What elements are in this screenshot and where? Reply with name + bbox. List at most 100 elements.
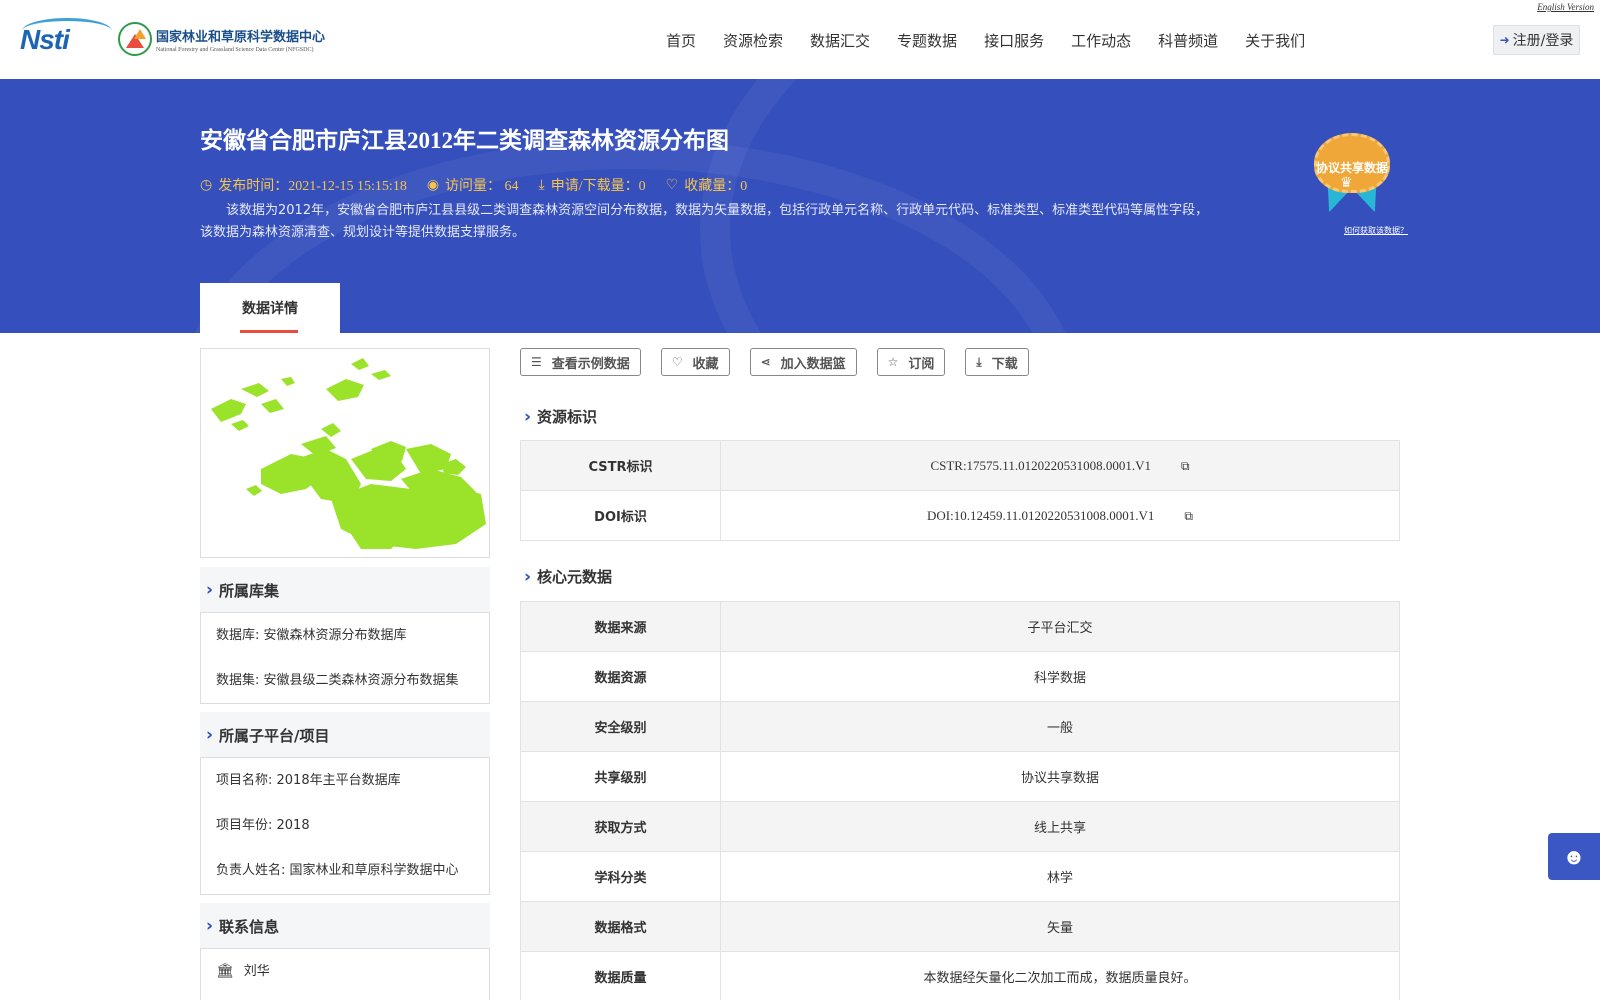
table-row: 数据格式 矢量: [520, 901, 1400, 952]
tab-data-detail[interactable]: 数据详情: [200, 283, 340, 333]
meta-key: 数据质量: [520, 951, 721, 1000]
subscribe-button[interactable]: ☆ 订阅: [876, 348, 946, 376]
english-version-link[interactable]: English Version: [1537, 2, 1594, 12]
library-database[interactable]: 数据库: 安徽森林资源分布数据库: [216, 613, 474, 658]
favorite-count: ♡ 收藏量：0: [665, 177, 748, 194]
contact-section: 🏛 刘华: [200, 948, 490, 1000]
nav-home[interactable]: 首页: [666, 30, 696, 51]
project-name: 项目名称: 2018年主平台数据库: [216, 773, 401, 788]
project-owner: 负责人姓名: 国家林业和草原科学数据中心: [216, 863, 459, 878]
eye-icon: ◉: [426, 177, 440, 193]
nav-about[interactable]: 关于我们: [1245, 30, 1305, 51]
nfgsdc-emblem-icon: [118, 22, 152, 56]
nsti-logo[interactable]: Nsti: [20, 18, 112, 56]
table-row: 数据来源 子平台汇交: [520, 601, 1400, 652]
chevron-right-icon: ›: [206, 725, 214, 745]
star-icon: ☆: [887, 355, 899, 369]
view-sample-button[interactable]: ☰ 查看示例数据: [520, 348, 641, 376]
core-metadata-table: 数据来源 子平台汇交 数据资源 科学数据 安全级别 一般 共享级别 协议共享数据 获取方…: [520, 601, 1400, 1000]
meta-value: 科学数据: [720, 651, 1400, 702]
crown-icon: ♛: [1340, 176, 1353, 191]
forest-distribution-map: [211, 358, 486, 549]
meta-value: 一般: [720, 701, 1400, 752]
download-button[interactable]: ⤓ 下载: [965, 348, 1029, 376]
copy-icon[interactable]: ⧉: [1184, 509, 1193, 524]
meta-key: 共享级别: [520, 751, 721, 802]
core-metadata-header: › 核心元数据: [524, 566, 613, 587]
dataset-meta: ◷ 发布时间：2021-12-15 15:15:18 ◉ 访问量： 64 ⤓ 申请/下…: [200, 175, 767, 195]
meta-key: 安全级别: [520, 701, 721, 752]
map-patch: [326, 379, 364, 401]
dataset-title: 安徽省合肥市庐江县2012年二类调查森林资源分布图: [200, 128, 729, 153]
how-to-get-link[interactable]: 如何获取该数据？: [1344, 225, 1408, 236]
add-to-basket-button[interactable]: ⋖ 加入数据篮: [749, 348, 857, 376]
table-row: 数据质量 本数据经矢量化二次加工而成，数据质量良好。: [520, 951, 1400, 1000]
contact-name-row: 🏛 刘华: [216, 963, 270, 979]
table-row: 学科分类 林学: [520, 851, 1400, 902]
download-icon: ⤓: [976, 354, 982, 369]
favorite-button[interactable]: ♡ 收藏: [660, 348, 730, 376]
chevron-right-icon: ›: [524, 566, 532, 587]
meta-key: 数据资源: [520, 651, 721, 702]
dataset-banner: 安徽省合肥市庐江县2012年二类调查森林资源分布图 ◷ 发布时间：2021-12-…: [0, 79, 1600, 333]
share-icon: ⋖: [760, 355, 771, 369]
map-patch: [281, 377, 295, 386]
publish-time: ◷ 发布时间：2021-12-15 15:15:18: [200, 177, 407, 194]
table-row: 共享级别 协议共享数据: [520, 751, 1400, 802]
nav-science[interactable]: 科普频道: [1158, 30, 1218, 51]
project-section: 项目名称: 2018年主平台数据库 项目年份: 2018 负责人姓名: 国家林业…: [200, 757, 490, 895]
institution-icon: 🏛: [216, 963, 234, 979]
library-dataset[interactable]: 数据集: 安徽县级二类森林资源分布数据集: [216, 658, 474, 703]
copy-icon[interactable]: ⧉: [1181, 459, 1190, 474]
resource-id-table: CSTR标识 CSTR:17575.11.0120220531008.0001.…: [520, 440, 1400, 541]
meta-value: 矢量: [720, 901, 1400, 952]
heart-icon: ♡: [671, 355, 683, 369]
meta-value: 协议共享数据: [720, 751, 1400, 802]
logo-en-text: National Forestry and Grassland Science …: [156, 46, 314, 53]
nav-api-service[interactable]: 接口服务: [984, 30, 1044, 51]
table-row: DOI标识 DOI:10.12459.11.0120220531008.0001…: [520, 490, 1400, 541]
library-section: 数据库: 安徽森林资源分布数据库 数据集: 安徽县级二类森林资源分布数据集: [200, 612, 490, 704]
doi-key: DOI标识: [520, 490, 721, 541]
visit-count: ◉ 访问量： 64: [426, 177, 519, 194]
login-button[interactable]: ➜ 注册/登录: [1493, 25, 1580, 55]
meta-value: 本数据经矢量化二次加工而成，数据质量良好。: [720, 951, 1400, 1000]
heart-icon: ♡: [665, 177, 679, 193]
nav-data-submission[interactable]: 数据汇交: [810, 30, 870, 51]
nfgsdc-logo[interactable]: 国家林业和草原科学数据中心 National Forestry and Gras…: [118, 22, 325, 56]
dataset-thumbnail-map[interactable]: [200, 348, 490, 558]
nav-news[interactable]: 工作动态: [1071, 30, 1131, 51]
map-patch: [351, 358, 369, 370]
resource-id-header: › 资源标识: [524, 406, 598, 427]
map-patch: [261, 399, 284, 413]
qq-icon: ☻: [1562, 843, 1586, 869]
clock-icon: ◷: [200, 177, 213, 193]
table-row: 获取方式 线上共享: [520, 801, 1400, 852]
project-year: 项目年份: 2018: [216, 818, 310, 833]
map-patch: [211, 399, 246, 422]
action-bar: ☰ 查看示例数据 ♡ 收藏 ⋖ 加入数据篮 ☆ 订阅 ⤓ 下载: [520, 348, 1049, 376]
chevron-right-icon: ›: [524, 406, 532, 427]
library-section-header: › 所属库集: [200, 567, 490, 613]
contact-section-header: › 联系信息: [200, 903, 490, 949]
table-row: CSTR标识 CSTR:17575.11.0120220531008.0001.…: [520, 440, 1400, 491]
map-patch: [241, 383, 269, 397]
meta-key: 数据格式: [520, 901, 721, 952]
nav-thematic-data[interactable]: 专题数据: [897, 30, 957, 51]
main-nav: 首页 资源检索 数据汇交 专题数据 接口服务 工作动态 科普频道 关于我们: [666, 30, 1332, 51]
logo-cn-text: 国家林业和草原科学数据中心: [156, 29, 326, 45]
table-row: 安全级别 一般: [520, 701, 1400, 752]
map-patch: [246, 485, 262, 496]
cstr-value: CSTR:17575.11.0120220531008.0001.V1: [930, 457, 1151, 473]
meta-key: 学科分类: [520, 851, 721, 902]
meta-value: 子平台汇交: [720, 601, 1400, 652]
qq-contact-button[interactable]: ☻: [1548, 833, 1600, 880]
download-count: ⤓ 申请/下载量：0: [538, 177, 646, 194]
share-level-badge: 协议共享数据 ♛: [1310, 133, 1394, 217]
nav-resource-search[interactable]: 资源检索: [723, 30, 783, 51]
doi-value: DOI:10.12459.11.0120220531008.0001.V1: [927, 507, 1155, 523]
table-row: 数据资源 科学数据: [520, 651, 1400, 702]
database-icon: ☰: [531, 355, 542, 369]
chevron-right-icon: ›: [206, 580, 214, 600]
sign-in-icon: ➜: [1499, 33, 1510, 47]
